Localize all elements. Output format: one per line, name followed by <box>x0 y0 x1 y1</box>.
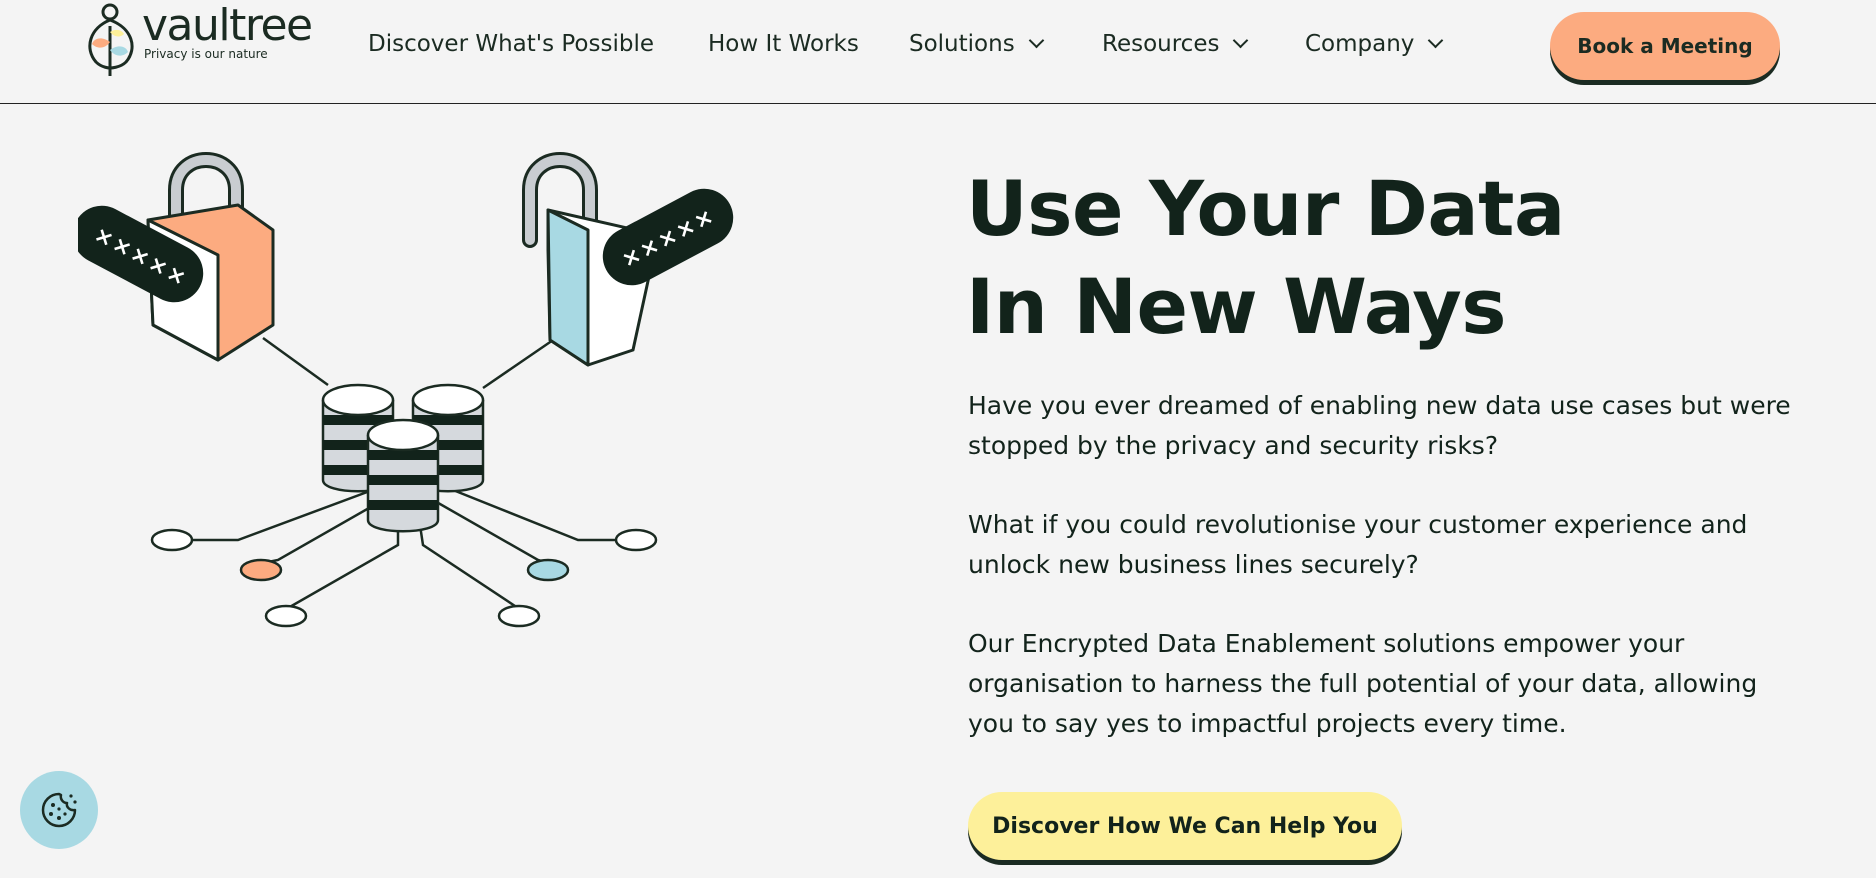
data-security-illustration: ××××× ××××× <box>78 152 734 628</box>
logo-tagline: Privacy is our nature <box>144 47 268 61</box>
nav-item-solutions[interactable]: Solutions <box>909 29 1044 59</box>
hero-paragraph-1: Have you ever dreamed of enabling new da… <box>968 391 1791 460</box>
hero-title: Use Your Data In New Ways <box>966 160 1766 356</box>
hero-paragraph-3: Our Encrypted Data Enablement solutions … <box>968 629 1758 738</box>
node-circle <box>526 558 570 582</box>
hero-title-line-2: In New Ways <box>966 262 1507 351</box>
chevron-down-icon <box>1028 32 1044 49</box>
nav-item-how-it-works[interactable]: How It Works <box>708 29 859 59</box>
leaf-logo-icon <box>88 3 134 76</box>
nav-item-label: Company <box>1305 31 1415 57</box>
nav-item-resources[interactable]: Resources <box>1102 29 1249 59</box>
nav-item-company[interactable]: Company <box>1305 29 1444 59</box>
site-header: vaultree Privacy is our nature Discover … <box>0 0 1876 104</box>
cookie-settings-button[interactable] <box>20 771 98 849</box>
database-icon <box>321 383 485 533</box>
lock-icon-right: ××××× <box>522 152 734 367</box>
nav-item-label: Solutions <box>909 31 1015 57</box>
node-circle <box>614 528 658 552</box>
vaultree-logo[interactable]: vaultree Privacy is our nature <box>82 0 313 78</box>
nav-item-label: Resources <box>1102 31 1220 57</box>
node-circle <box>239 558 283 582</box>
book-meeting-button[interactable]: Book a Meeting <box>1550 12 1780 80</box>
hero-title-line-1: Use Your Data <box>966 164 1565 253</box>
nav-item-label: How It Works <box>708 31 859 57</box>
chevron-down-icon <box>1428 32 1444 49</box>
logo-wordmark: vaultree <box>142 0 313 51</box>
discover-help-button[interactable]: Discover How We Can Help You <box>968 792 1402 860</box>
nav-item-discover[interactable]: Discover What's Possible <box>368 29 654 59</box>
node-circle <box>497 604 541 628</box>
hero-paragraph-2: What if you could revolutionise your cus… <box>968 510 1748 579</box>
nav-item-label: Discover What's Possible <box>368 31 654 57</box>
node-circle <box>264 604 308 628</box>
lock-icon-left: ××××× <box>78 152 275 362</box>
chevron-down-icon <box>1233 32 1249 49</box>
node-circle <box>150 528 194 552</box>
cookie-icon <box>41 792 77 828</box>
network-nodes <box>150 528 658 628</box>
